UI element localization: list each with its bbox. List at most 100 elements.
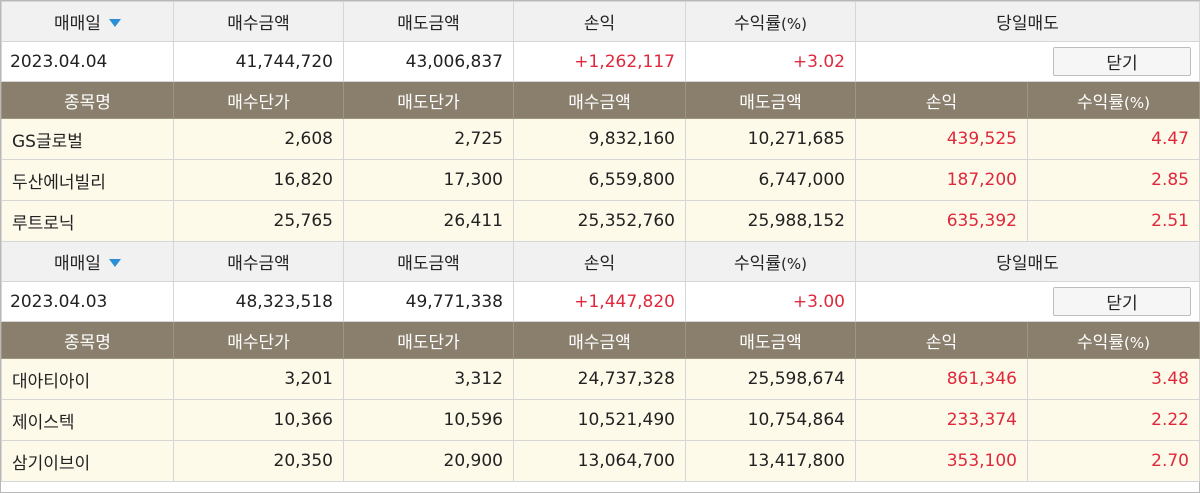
pnl-header: 손익 <box>513 241 686 282</box>
day-pnl: +1,447,820 <box>513 281 686 322</box>
day-return-rate: +3.02 <box>685 41 856 82</box>
buy-amount: 24,737,328 <box>513 358 686 400</box>
pnl-header: 손익 <box>513 1 686 42</box>
detail-header-row: 종목명 매수단가 매도단가 매수금액 매도금액 손익 수익률(%) <box>1 321 1200 359</box>
date-header-label: 매매일 <box>54 14 101 34</box>
return-rate-header: 수익률(%) <box>685 1 856 42</box>
buy-amount: 9,832,160 <box>513 118 686 160</box>
stock-name: 두산에너빌리 <box>1 159 174 201</box>
sell-amount: 25,988,152 <box>685 200 856 242</box>
return-rate: 2.51 <box>1027 200 1200 242</box>
buy-price: 20,350 <box>173 440 344 482</box>
return-rate-header: 수익률(%) <box>685 241 856 282</box>
stock-name: 대아티아이 <box>1 358 174 400</box>
sell-amount: 6,747,000 <box>685 159 856 201</box>
sell-price-header: 매도단가 <box>343 81 514 119</box>
return-rate-unit: (%) <box>780 15 807 33</box>
sell-price: 2,725 <box>343 118 514 160</box>
stock-sell-amount-header: 매도금액 <box>685 81 856 119</box>
pnl: 353,100 <box>855 440 1028 482</box>
table-row[interactable]: 루트로닉 25,765 26,411 25,352,760 25,988,152… <box>1 200 1200 242</box>
stock-buy-amount-header: 매수금액 <box>513 81 686 119</box>
detail-header-row: 종목명 매수단가 매도단가 매수금액 매도금액 손익 수익률(%) <box>1 81 1200 119</box>
day-buy-amount: 41,744,720 <box>173 41 344 82</box>
day-sell-amount: 43,006,837 <box>343 41 514 82</box>
return-rate-label: 수익률 <box>734 14 781 34</box>
table-row[interactable]: 제이스텍 10,366 10,596 10,521,490 10,754,864… <box>1 399 1200 441</box>
stock-buy-amount-header: 매수금액 <box>513 321 686 359</box>
return-rate-unit: (%) <box>780 255 807 273</box>
stock-pnl-header: 손익 <box>855 321 1028 359</box>
buy-amount: 6,559,800 <box>513 159 686 201</box>
sell-price: 17,300 <box>343 159 514 201</box>
stock-sell-amount-header: 매도금액 <box>685 321 856 359</box>
stock-name-header: 종목명 <box>1 81 174 119</box>
buy-amount: 25,352,760 <box>513 200 686 242</box>
buy-price: 16,820 <box>173 159 344 201</box>
sell-amount-header: 매도금액 <box>343 1 514 42</box>
sell-amount: 13,417,800 <box>685 440 856 482</box>
stock-return-header: 수익률(%) <box>1027 81 1200 119</box>
sell-today-header: 당일매도 <box>855 241 1200 282</box>
summary-header-row: 매매일 매수금액 매도금액 손익 수익률(%) 당일매도 <box>1 1 1200 42</box>
return-rate: 4.47 <box>1027 118 1200 160</box>
stock-name: 삼기이브이 <box>1 440 174 482</box>
trade-date: 2023.04.03 <box>1 281 174 322</box>
return-rate: 2.22 <box>1027 399 1200 441</box>
buy-amount-header: 매수금액 <box>173 1 344 42</box>
close-cell: 닫기 <box>855 41 1200 82</box>
buy-amount: 13,064,700 <box>513 440 686 482</box>
buy-price: 25,765 <box>173 200 344 242</box>
pnl: 635,392 <box>855 200 1028 242</box>
sell-today-header: 당일매도 <box>855 1 1200 42</box>
day-summary-row[interactable]: 2023.04.03 48,323,518 49,771,338 +1,447,… <box>1 281 1200 322</box>
pnl: 439,525 <box>855 118 1028 160</box>
close-cell: 닫기 <box>855 281 1200 322</box>
sort-down-icon[interactable] <box>108 259 121 267</box>
day-pnl: +1,262,117 <box>513 41 686 82</box>
buy-price-header: 매수단가 <box>173 321 344 359</box>
buy-price: 2,608 <box>173 118 344 160</box>
sell-price: 20,900 <box>343 440 514 482</box>
close-button[interactable]: 닫기 <box>1053 47 1191 76</box>
sell-price: 10,596 <box>343 399 514 441</box>
stock-name: 제이스텍 <box>1 399 174 441</box>
close-button[interactable]: 닫기 <box>1053 287 1191 316</box>
date-sort-header[interactable]: 매매일 <box>1 241 174 282</box>
stock-name: 루트로닉 <box>1 200 174 242</box>
buy-price: 10,366 <box>173 399 344 441</box>
return-rate: 3.48 <box>1027 358 1200 400</box>
sell-amount: 10,271,685 <box>685 118 856 160</box>
day-return-rate: +3.00 <box>685 281 856 322</box>
day-buy-amount: 48,323,518 <box>173 281 344 322</box>
date-sort-header[interactable]: 매매일 <box>1 1 174 42</box>
day-summary-row[interactable]: 2023.04.04 41,744,720 43,006,837 +1,262,… <box>1 41 1200 82</box>
sell-price-header: 매도단가 <box>343 321 514 359</box>
sell-amount-header: 매도금액 <box>343 241 514 282</box>
table-row[interactable]: 대아티아이 3,201 3,312 24,737,328 25,598,674 … <box>1 358 1200 400</box>
sell-amount: 10,754,864 <box>685 399 856 441</box>
trade-date: 2023.04.04 <box>1 41 174 82</box>
stock-return-label: 수익률 <box>1077 92 1124 113</box>
return-rate: 2.85 <box>1027 159 1200 201</box>
stock-return-unit: (%) <box>1123 333 1150 352</box>
return-rate-label: 수익률 <box>734 254 781 274</box>
sell-amount: 25,598,674 <box>685 358 856 400</box>
table-row[interactable]: 두산에너빌리 16,820 17,300 6,559,800 6,747,000… <box>1 159 1200 201</box>
sort-down-icon[interactable] <box>108 19 121 27</box>
date-header-label: 매매일 <box>54 254 101 274</box>
day-sell-amount: 49,771,338 <box>343 281 514 322</box>
stock-return-label: 수익률 <box>1077 332 1124 353</box>
buy-price-header: 매수단가 <box>173 81 344 119</box>
stock-pnl-header: 손익 <box>855 81 1028 119</box>
sell-price: 3,312 <box>343 358 514 400</box>
stock-name: GS글로벌 <box>1 118 174 160</box>
pnl: 187,200 <box>855 159 1028 201</box>
table-row[interactable]: GS글로벌 2,608 2,725 9,832,160 10,271,685 4… <box>1 118 1200 160</box>
return-rate: 2.70 <box>1027 440 1200 482</box>
stock-return-unit: (%) <box>1123 93 1150 112</box>
stock-name-header: 종목명 <box>1 321 174 359</box>
table-row[interactable]: 삼기이브이 20,350 20,900 13,064,700 13,417,80… <box>1 440 1200 482</box>
buy-price: 3,201 <box>173 358 344 400</box>
buy-amount-header: 매수금액 <box>173 241 344 282</box>
